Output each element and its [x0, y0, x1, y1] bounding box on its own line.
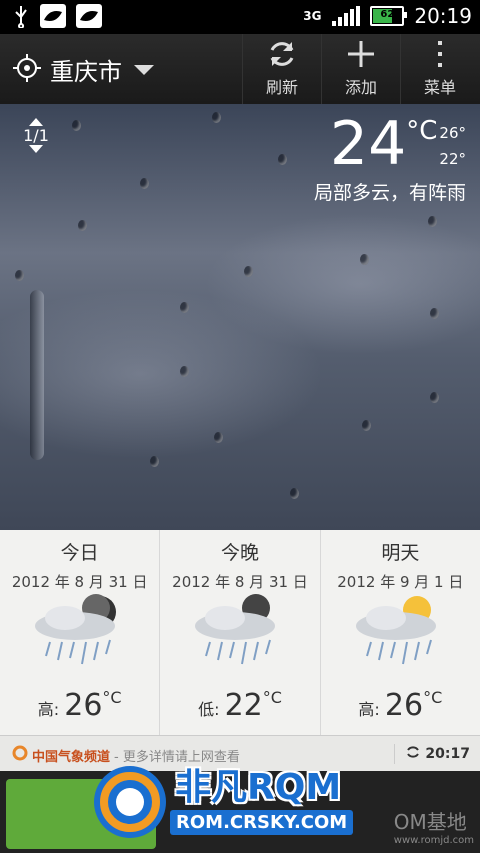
rain-drop [212, 112, 221, 123]
location-selector[interactable]: 重庆市 [12, 52, 154, 87]
rain-drop [214, 432, 223, 443]
rain-drop [362, 420, 371, 431]
more-icon [401, 34, 479, 74]
watermark-brand: 非凡RQM [175, 767, 342, 808]
forecast-temp: 高: 26°C [321, 688, 480, 723]
chevron-down-icon [18, 145, 54, 153]
forecast-day: 明天 [381, 542, 420, 564]
cloudy-rain-sun-icon [351, 594, 451, 674]
today-low: 22° [439, 150, 466, 168]
rain-drop [430, 392, 439, 403]
rain-drop [278, 154, 287, 165]
rain-streak [30, 290, 44, 460]
cloudy-rain-night-icon [190, 594, 290, 674]
temp-unit: °C [102, 688, 122, 707]
forecast-day: 今日 [60, 542, 99, 564]
notification-icons [12, 4, 102, 29]
cloudy-rain-night-icon [30, 594, 130, 674]
menu-button[interactable]: 菜单 [400, 34, 479, 104]
add-button[interactable]: 添加 [321, 34, 400, 104]
temp-unit: °C [423, 688, 443, 707]
rain-drop [360, 254, 369, 265]
forecast-tonight[interactable]: 今晚 2012 年 8 月 31 日 低: 22°C [160, 530, 321, 735]
forecast-date: 2012 年 8 月 31 日 [172, 573, 308, 591]
action-bar: 重庆市 刷新 添加 菜单 [0, 34, 480, 105]
today-high: 26° [439, 124, 466, 142]
forecast-tomorrow[interactable]: 明天 2012 年 9 月 1 日 高: 26°C [321, 530, 480, 735]
watermark-site: OM基地 www.romjd.com [394, 806, 474, 846]
forecast-temp: 高: 26°C [0, 688, 159, 723]
temp-label: 低: [198, 700, 220, 719]
temp-value: 26 [64, 688, 103, 723]
forecast-panel: 今日 2012 年 8 月 31 日 高: 26°C 今晚 2012 年 8 月… [0, 530, 480, 735]
forecast-date: 2012 年 8 月 31 日 [11, 573, 148, 591]
temp-value: 22 [224, 688, 263, 723]
temp-unit: °C [262, 688, 282, 707]
rain-drop [244, 266, 253, 277]
current-temperature: 24°C 26° 22° [330, 112, 466, 176]
usb-icon [12, 4, 30, 29]
battery-icon: 62 [370, 6, 408, 26]
rain-drop [180, 302, 189, 313]
current-temp-unit: °C [406, 116, 438, 146]
network-type: 3G [303, 9, 322, 23]
forecast-date: 2012 年 9 月 1 日 [337, 573, 464, 591]
last-updated: 20:17 [394, 744, 470, 764]
rain-drop [15, 270, 24, 281]
app-notification-icon [76, 4, 102, 28]
updated-time: 20:17 [425, 746, 470, 762]
signal-icon [332, 6, 361, 26]
forecast-temp: 低: 22°C [160, 688, 319, 723]
rain-drop [72, 120, 81, 131]
app-notification-icon [40, 4, 66, 28]
rain-drop [140, 178, 149, 189]
status-bar: 3G 62 20:19 [0, 0, 480, 34]
locate-icon [12, 53, 42, 87]
refresh-button[interactable]: 刷新 [242, 34, 321, 104]
temp-label: 高: [358, 700, 380, 719]
rain-drop [180, 366, 189, 377]
page-number: 1/1 [23, 126, 49, 145]
plus-icon [322, 34, 400, 74]
chevron-down-icon [134, 64, 154, 75]
page-indicator[interactable]: 1/1 [18, 118, 54, 153]
rain-drop [78, 220, 87, 231]
city-name: 重庆市 [50, 58, 122, 86]
rain-drop [428, 216, 437, 227]
forecast-today[interactable]: 今日 2012 年 8 月 31 日 高: 26°C [0, 530, 161, 735]
rain-drop [150, 456, 159, 467]
current-condition: 局部多云，有阵雨 [313, 182, 466, 204]
watermark-site-url: www.romjd.com [393, 835, 474, 846]
menu-label: 菜单 [423, 78, 456, 97]
refresh-label: 刷新 [265, 78, 298, 97]
rain-drop [290, 488, 299, 499]
forecast-day: 今晚 [220, 542, 259, 564]
watermark-url: ROM.CRSKY.COM [170, 810, 354, 835]
current-temp-value: 24 [329, 109, 407, 179]
watermark-site-name: OM基地 [393, 810, 467, 834]
refresh-icon [243, 34, 321, 74]
chevron-up-icon [18, 118, 54, 126]
temp-value: 26 [384, 688, 424, 723]
add-label: 添加 [344, 78, 377, 97]
status-time: 20:19 [414, 4, 472, 28]
refresh-icon [405, 744, 421, 764]
temp-label: 高: [37, 700, 60, 719]
battery-level: 62 [380, 9, 395, 20]
weather-channel-logo-icon [12, 745, 28, 765]
rain-drop [430, 308, 439, 319]
